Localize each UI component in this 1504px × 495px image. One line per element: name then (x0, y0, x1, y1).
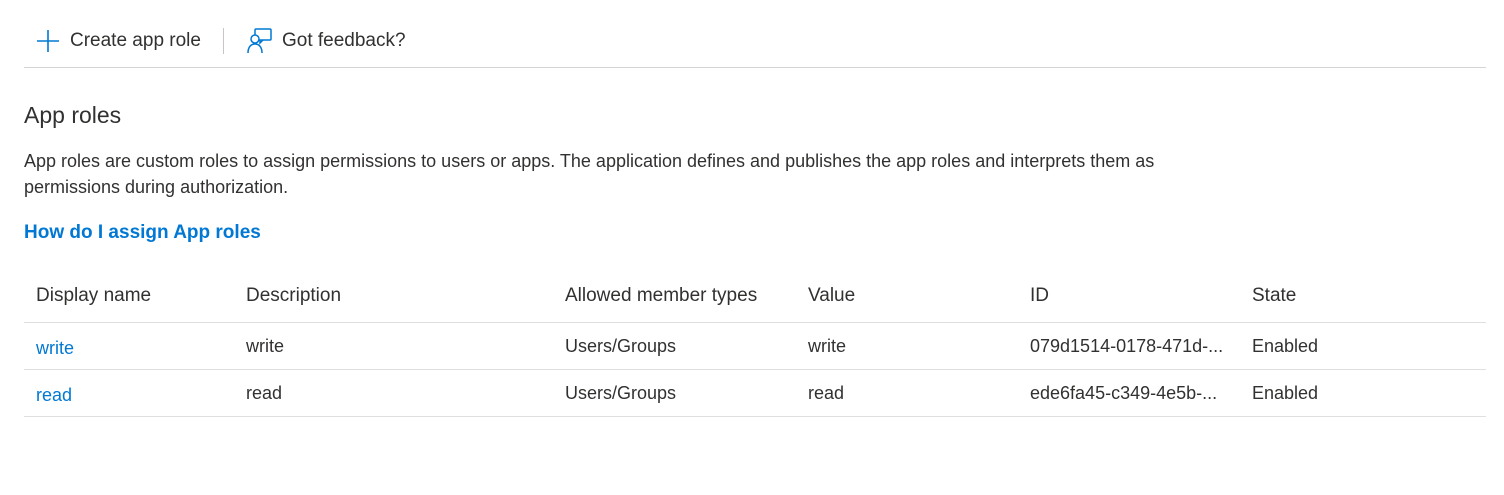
cell-state: Enabled (1252, 369, 1486, 417)
role-name-link[interactable]: write (36, 338, 74, 358)
column-header-state[interactable]: State (1252, 270, 1486, 323)
toolbar-divider (222, 28, 224, 54)
cell-description: write (246, 322, 565, 370)
table-row: read read Users/Groups read ede6fa45-c34… (24, 369, 1486, 417)
cell-display-name: write (24, 322, 246, 370)
column-header-allowed-member-types[interactable]: Allowed member types (565, 270, 808, 323)
plus-icon (34, 27, 62, 55)
column-header-display-name[interactable]: Display name (24, 270, 246, 323)
cell-id: ede6fa45-c349-4e5b-... (1030, 369, 1252, 417)
create-app-role-label: Create app role (70, 30, 201, 51)
table-row: write write Users/Groups write 079d1514-… (24, 322, 1486, 370)
command-bar: Create app role Got feedback? (24, 20, 1486, 68)
cell-id: 079d1514-0178-471d-... (1030, 322, 1252, 370)
cell-allowed-member-types: Users/Groups (565, 322, 808, 370)
app-roles-page: Create app role Got feedback? App roles … (0, 0, 1504, 495)
role-id-text: ede6fa45-c349-4e5b-... (1030, 382, 1218, 403)
feedback-person-icon (246, 27, 274, 55)
role-name-link[interactable]: read (36, 385, 72, 405)
cell-display-name: read (24, 369, 246, 417)
cell-allowed-member-types: Users/Groups (565, 369, 808, 417)
role-id-text: 079d1514-0178-471d-... (1030, 335, 1224, 356)
cell-value: write (808, 322, 1030, 370)
feedback-label: Got feedback? (281, 30, 406, 51)
cell-value: read (808, 369, 1030, 417)
how-to-assign-link[interactable]: How do I assign App roles (24, 222, 261, 244)
cell-state: Enabled (1252, 322, 1486, 370)
feedback-button[interactable]: Got feedback? (246, 20, 406, 62)
column-header-description[interactable]: Description (246, 270, 565, 323)
section-title: App roles (24, 102, 122, 128)
table-header-row: Display name Description Allowed member … (24, 270, 1486, 323)
cell-description: read (246, 369, 565, 417)
column-header-id[interactable]: ID (1030, 270, 1252, 323)
column-header-value[interactable]: Value (808, 270, 1030, 323)
app-roles-table: Display name Description Allowed member … (24, 270, 1486, 417)
section-description: App roles are custom roles to assign per… (24, 151, 1155, 197)
create-app-role-button[interactable]: Create app role (24, 20, 223, 62)
